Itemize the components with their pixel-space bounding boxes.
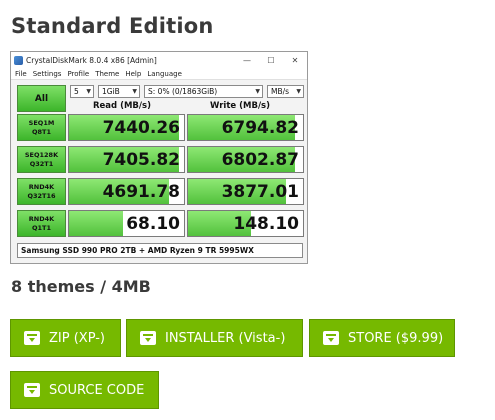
minimize-icon: — (243, 55, 251, 65)
row-label-rnd4k-q32t16: RND4K Q32T16 (17, 178, 66, 205)
read-cell: 7405.82 (68, 146, 185, 173)
row-test-name: SEQ128K (24, 151, 59, 160)
unit-value: MB/s (271, 87, 290, 96)
row-label-rnd4k-q1t1: RND4K Q1T1 (17, 210, 66, 237)
write-cell: 6794.82 (187, 114, 304, 141)
menu-profile: Profile (67, 69, 90, 78)
drive-select: S: 0% (0/1863GiB) ▼ (144, 85, 263, 98)
zip-download-button[interactable]: ZIP (XP-) (10, 319, 121, 357)
menu-theme: Theme (95, 69, 120, 78)
installer-download-button[interactable]: INSTALLER (Vista-) (126, 319, 303, 357)
read-header: Read (MB/s) (93, 101, 151, 111)
read-value: 68.10 (126, 213, 180, 234)
page-title: Standard Edition (11, 14, 214, 38)
button-label: STORE ($9.99) (348, 330, 444, 346)
chevron-down-icon: ▼ (86, 88, 91, 95)
drive-value: S: 0% (0/1863GiB) (148, 87, 218, 96)
read-cell: 4691.78 (68, 178, 185, 205)
row-queue-thread: Q8T1 (31, 127, 51, 136)
write-header: Write (MB/s) (210, 101, 270, 111)
read-value: 7440.26 (102, 117, 180, 138)
comment-field: Samsung SSD 990 PRO 2TB + AMD Ryzen 9 TR… (17, 243, 303, 258)
write-value: 148.10 (233, 213, 299, 234)
row-label-seq128k: SEQ128K Q32T1 (17, 146, 66, 173)
download-icon (140, 331, 156, 345)
row-test-name: RND4K (28, 215, 55, 224)
size-select: 1GiB ▼ (98, 85, 140, 98)
chevron-down-icon: ▼ (255, 88, 260, 95)
download-icon (24, 331, 40, 345)
read-cell: 7440.26 (68, 114, 185, 141)
row-label-seq1m: SEQ1M Q8T1 (17, 114, 66, 141)
count-value: 5 (74, 87, 79, 96)
source-code-button[interactable]: SOURCE CODE (10, 371, 159, 409)
write-value: 6802.87 (221, 149, 299, 170)
menu-bar: File Settings Profile Theme Help Languag… (11, 68, 307, 80)
maximize-icon: ☐ (267, 55, 275, 65)
read-value: 7405.82 (102, 149, 180, 170)
row-queue-thread: Q1T1 (31, 223, 51, 232)
download-icon (24, 383, 40, 397)
window-titlebar: CrystalDiskMark 8.0.4 x86 [Admin] — ☐ ✕ (11, 52, 307, 68)
menu-file: File (15, 69, 27, 78)
count-select: 5 ▼ (70, 85, 94, 98)
store-button[interactable]: STORE ($9.99) (309, 319, 455, 357)
crystaldiskmark-screenshot: CrystalDiskMark 8.0.4 x86 [Admin] — ☐ ✕ … (10, 51, 308, 264)
chevron-down-icon: ▼ (132, 88, 137, 95)
write-value: 3877.01 (221, 181, 299, 202)
write-cell: 6802.87 (187, 146, 304, 173)
read-value: 4691.78 (102, 181, 180, 202)
read-cell: 68.10 (68, 210, 185, 237)
menu-help: Help (125, 69, 142, 78)
button-label: ZIP (XP-) (49, 330, 106, 346)
row-queue-thread: Q32T16 (27, 191, 56, 200)
write-value: 6794.82 (221, 117, 299, 138)
close-icon: ✕ (291, 55, 299, 65)
menu-language: Language (147, 69, 182, 78)
chevron-down-icon: ▼ (296, 88, 301, 95)
window-title: CrystalDiskMark 8.0.4 x86 [Admin] (26, 55, 157, 65)
row-test-name: RND4K (28, 183, 55, 192)
read-bar (69, 211, 124, 236)
menu-settings: Settings (32, 69, 62, 78)
themes-info: 8 themes / 4MB (11, 277, 151, 296)
size-value: 1GiB (102, 87, 120, 96)
row-test-name: SEQ1M (28, 119, 55, 128)
download-icon (323, 331, 339, 345)
app-icon (14, 55, 23, 65)
button-label: SOURCE CODE (49, 382, 145, 398)
write-cell: 3877.01 (187, 178, 304, 205)
all-button: All (17, 85, 66, 112)
row-queue-thread: Q32T1 (29, 159, 54, 168)
write-cell: 148.10 (187, 210, 304, 237)
button-label: INSTALLER (Vista-) (165, 330, 286, 346)
unit-select: MB/s ▼ (267, 85, 304, 98)
